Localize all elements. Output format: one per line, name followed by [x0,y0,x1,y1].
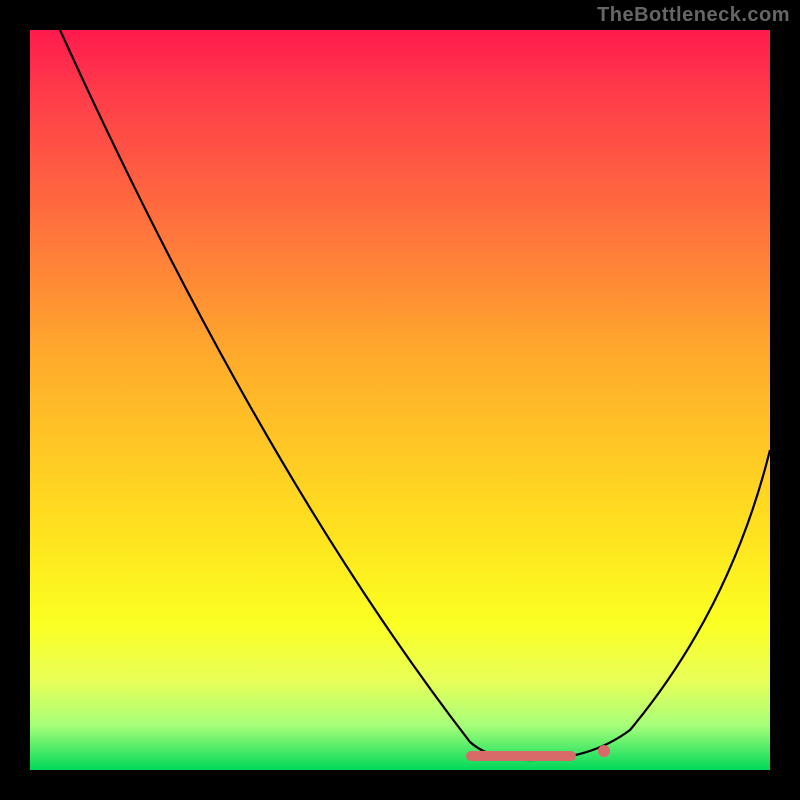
valley-dot [598,745,610,757]
curve-left [60,30,530,760]
attribution-text: TheBottleneck.com [597,4,790,27]
bottleneck-curve [30,30,770,770]
valley-highlight [466,751,576,761]
curve-right [530,450,770,760]
plot-area [30,30,770,770]
chart-frame: TheBottleneck.com [0,0,800,800]
